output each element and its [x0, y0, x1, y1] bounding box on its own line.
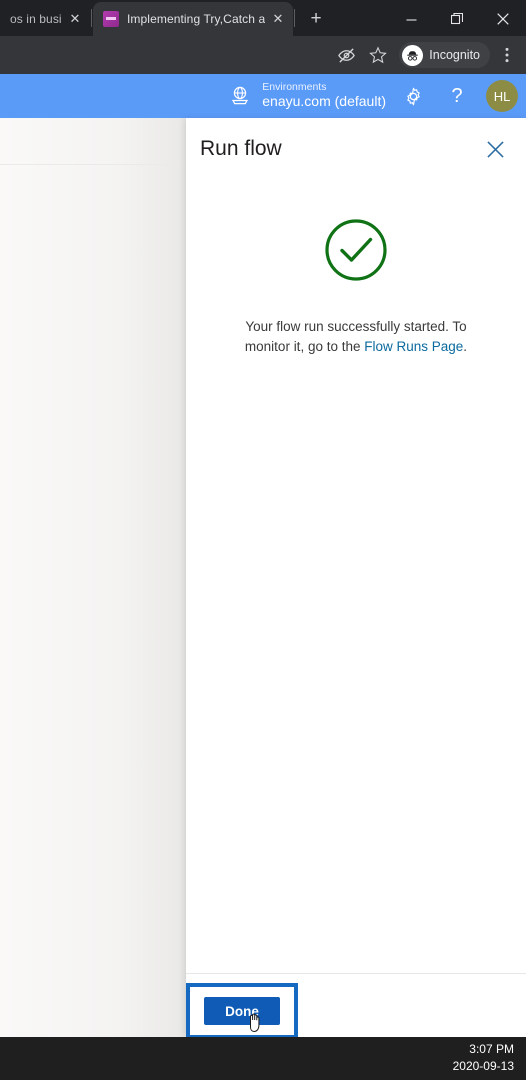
close-window-icon[interactable]: [480, 2, 526, 36]
status-message: Your flow run successfully started. To m…: [222, 317, 490, 356]
kebab-menu-icon[interactable]: [492, 40, 522, 70]
page-content: Environments enayu.com (default) ? HL Ru…: [0, 74, 526, 1039]
gear-icon[interactable]: [396, 79, 430, 113]
success-check-circle-icon: [323, 217, 389, 283]
backdrop-divider: [0, 164, 186, 165]
panel-footer: Done: [186, 973, 526, 1039]
tab-title: os in busine: [10, 12, 62, 26]
panel-header: Run flow: [186, 118, 526, 180]
environment-selector[interactable]: Environments enayu.com (default): [228, 82, 386, 109]
page-backdrop: [0, 118, 186, 1037]
panel-body: Your flow run successfully started. To m…: [186, 180, 526, 973]
incognito-indicator[interactable]: Incognito: [399, 42, 490, 68]
eye-off-icon[interactable]: [331, 40, 361, 70]
browser-tab-strip: os in busine ✕ Implementing Try,Catch an…: [0, 0, 526, 36]
status-message-suffix: .: [463, 338, 468, 354]
close-icon[interactable]: ✕: [66, 10, 84, 28]
tab-divider: [91, 9, 92, 27]
close-icon[interactable]: ✕: [269, 10, 287, 28]
done-button-container: Done: [186, 983, 298, 1039]
minimize-icon[interactable]: [388, 2, 434, 36]
new-tab-button[interactable]: +: [302, 5, 330, 33]
browser-tab-inactive[interactable]: os in busine ✕: [0, 2, 90, 36]
app-header: Environments enayu.com (default) ? HL: [0, 74, 526, 118]
tab-title: Implementing Try,Catch and: [127, 12, 265, 26]
clock-time: 3:07 PM: [469, 1042, 514, 1056]
page-title: Run flow: [200, 137, 282, 160]
close-icon[interactable]: [482, 136, 508, 162]
taskbar-clock[interactable]: 3:07 PM 2020-09-13: [453, 1041, 514, 1076]
browser-toolbar: Incognito: [0, 36, 526, 74]
help-icon-glyph: ?: [451, 84, 463, 107]
windows-taskbar: 3:07 PM 2020-09-13: [0, 1037, 526, 1080]
maximize-icon[interactable]: [434, 2, 480, 36]
run-flow-panel: Run flow Your flow run successfully star…: [186, 118, 526, 1039]
incognito-hat-icon: [402, 44, 424, 66]
environment-value: enayu.com (default): [262, 93, 386, 110]
environment-globe-icon: [228, 83, 254, 109]
done-button[interactable]: Done: [204, 997, 280, 1025]
clock-date: 2020-09-13: [452, 1059, 514, 1074]
star-icon[interactable]: [363, 40, 393, 70]
question-mark-icon[interactable]: ?: [440, 79, 474, 113]
window-controls: [388, 2, 526, 36]
incognito-label: Incognito: [429, 48, 480, 62]
tab-divider: [294, 9, 295, 27]
purple-page-icon: [103, 11, 119, 27]
avatar[interactable]: HL: [486, 80, 518, 112]
browser-tab-active[interactable]: Implementing Try,Catch and ✕: [93, 2, 293, 36]
flow-runs-page-link[interactable]: Flow Runs Page: [364, 339, 463, 354]
